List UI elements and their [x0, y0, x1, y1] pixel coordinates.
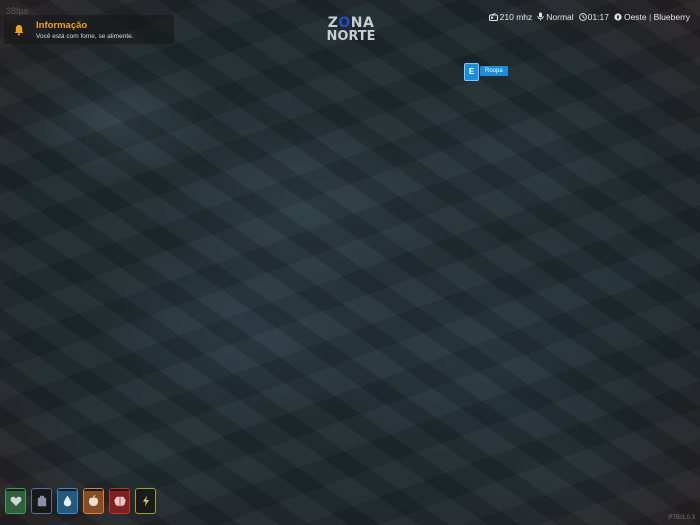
food-icon — [88, 495, 99, 506]
notification-message: Você está com fome, se alimente. — [36, 33, 134, 40]
separator: | — [649, 12, 652, 22]
lightning-icon — [142, 495, 149, 507]
interaction-label: Roupa — [480, 66, 508, 76]
clock-icon — [578, 13, 587, 21]
status-hunger — [83, 488, 104, 514]
status-health — [5, 488, 26, 514]
brain-icon — [113, 496, 126, 506]
interaction-key[interactable]: E — [464, 63, 479, 81]
game-time: 01:17 — [587, 12, 609, 22]
game-viewport: 38fps Informação Você está com fome, se … — [0, 0, 700, 525]
radio-icon — [488, 12, 498, 21]
status-stress — [109, 488, 130, 514]
notification-title: Informação — [36, 20, 88, 31]
top-hud: 210 mhz Normal 01:17 Oeste | Blueberry — [488, 12, 690, 22]
microphone-icon — [537, 12, 544, 21]
notification-toast: Informação Você está com fome, se alimen… — [4, 15, 174, 44]
direction: Oeste — [623, 12, 647, 22]
logo-line-2: NORTE — [326, 29, 376, 44]
armor-icon — [37, 495, 46, 507]
compass-icon — [614, 13, 622, 21]
server-logo: ZONA NORTE — [326, 16, 376, 45]
status-stamina — [135, 488, 156, 514]
status-armor — [31, 488, 52, 514]
bell-icon — [14, 25, 24, 36]
version-label: PTB/1.0.3 — [668, 515, 695, 521]
street-name: Blueberry — [653, 12, 690, 22]
clock-info: 01:17 — [578, 12, 609, 22]
status-bar — [5, 488, 156, 514]
water-drop-icon — [63, 495, 72, 507]
radio-info: 210 mhz — [488, 12, 533, 22]
location-info: Oeste | Blueberry — [614, 12, 690, 22]
voice-mode: Normal — [546, 12, 574, 22]
voice-info: Normal — [537, 12, 574, 22]
status-thirst — [57, 488, 78, 514]
radio-frequency: 210 mhz — [499, 12, 533, 22]
heart-icon — [10, 496, 21, 506]
